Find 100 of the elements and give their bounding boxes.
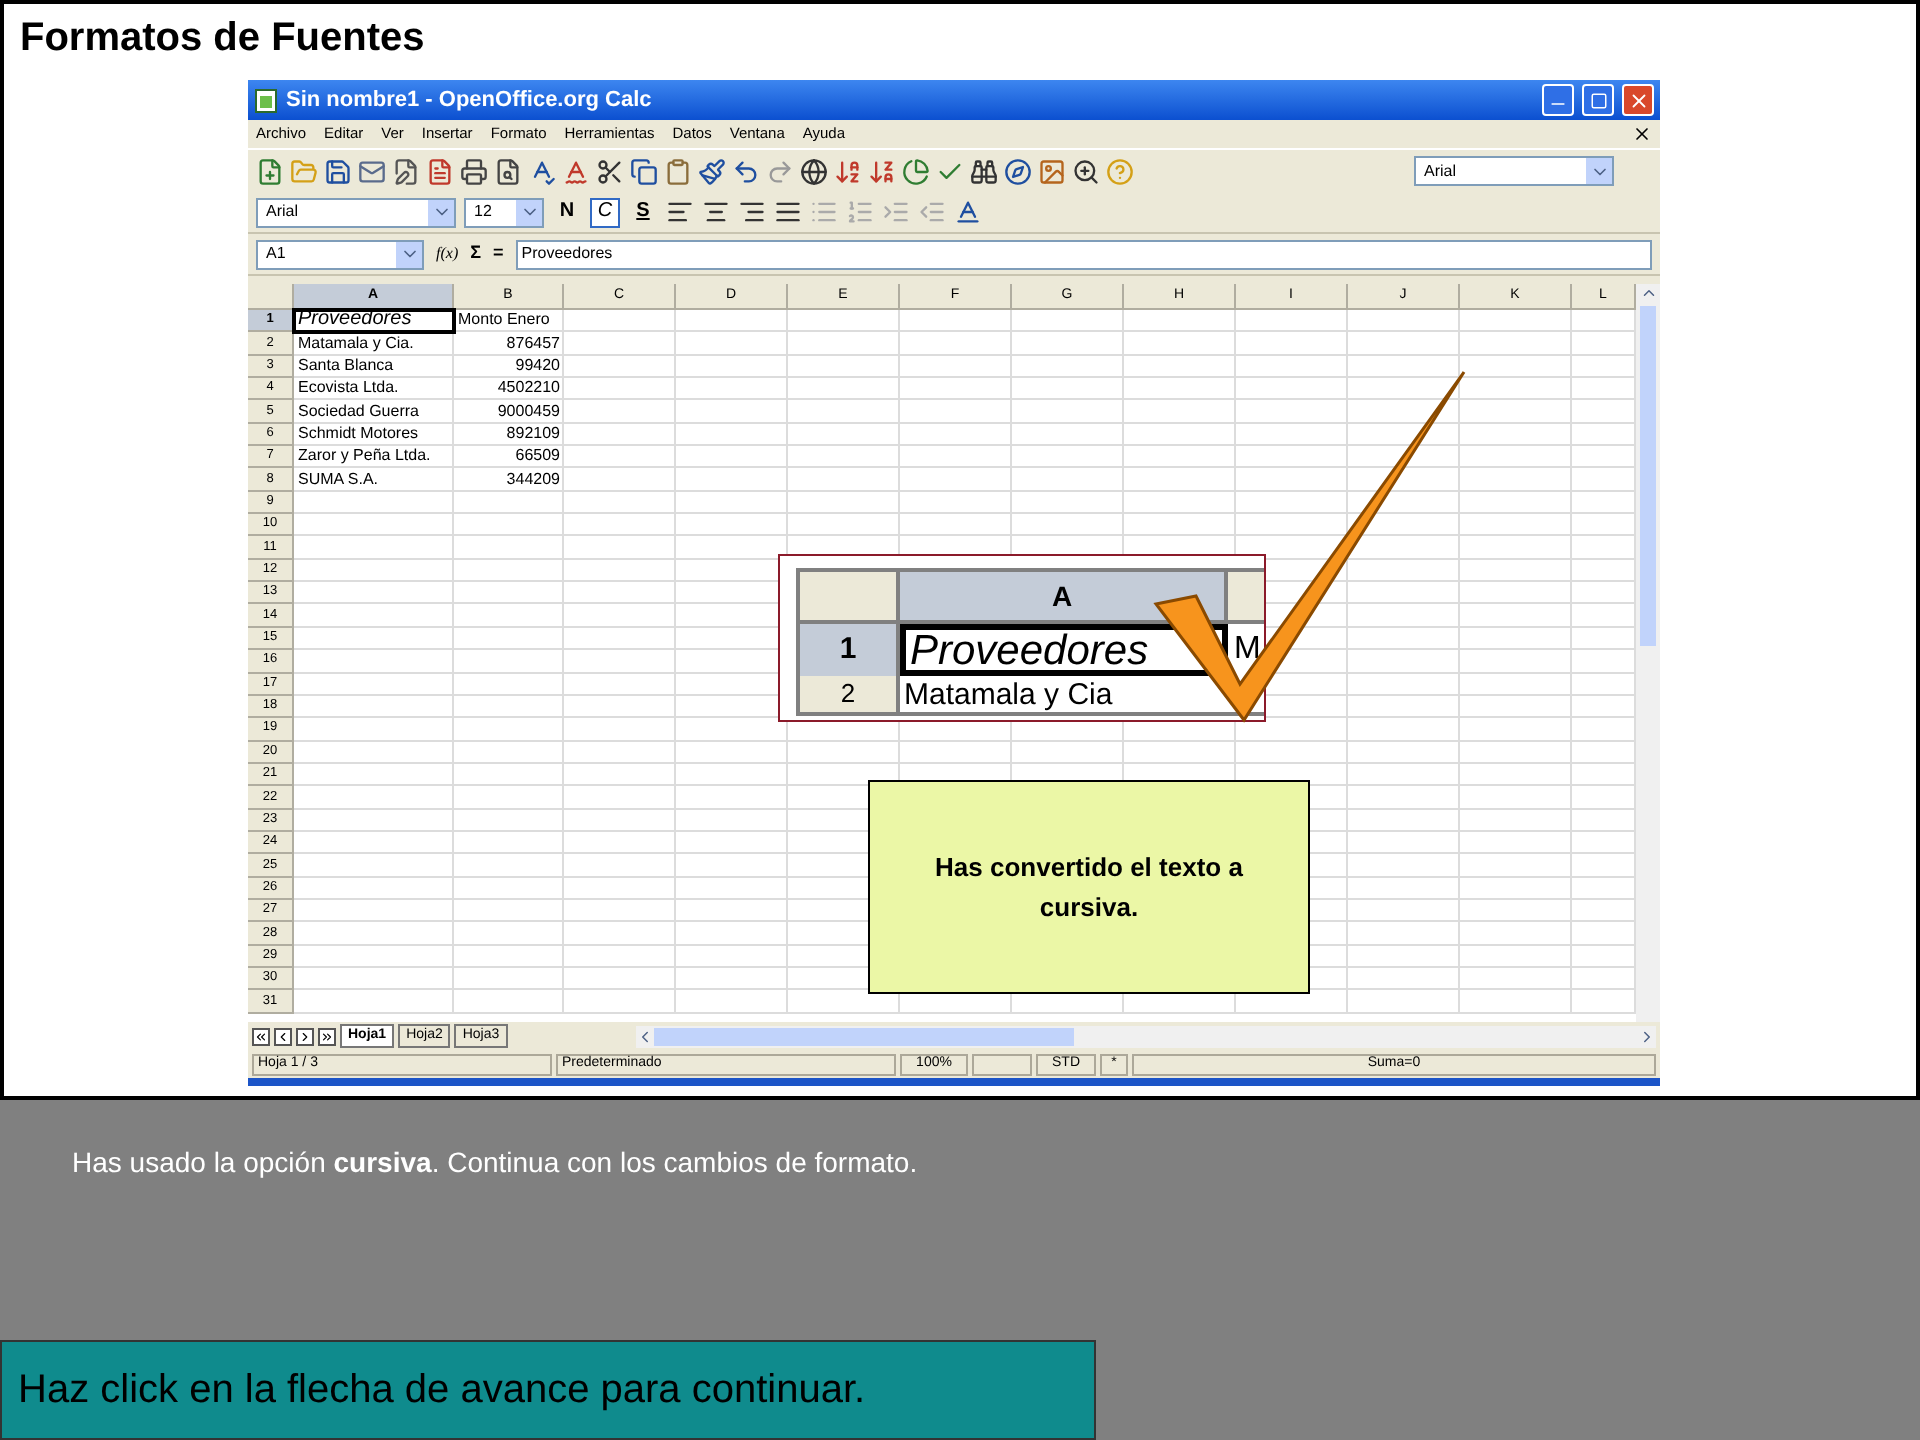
- scrollbar-thumb[interactable]: [1640, 306, 1656, 646]
- cell-reference-box[interactable]: A1: [256, 239, 424, 269]
- first-sheet-icon[interactable]: [252, 1027, 270, 1045]
- last-sheet-icon[interactable]: [318, 1027, 336, 1045]
- align-right-icon[interactable]: [738, 198, 766, 226]
- table-cell: [564, 310, 676, 333]
- scroll-up-icon[interactable]: [1639, 284, 1657, 302]
- table-cell: [1236, 310, 1348, 333]
- navigator-icon[interactable]: [1004, 157, 1032, 185]
- table-cell: [1460, 423, 1572, 447]
- font-color-icon[interactable]: [954, 198, 982, 226]
- sort-ascending-icon[interactable]: [834, 157, 862, 185]
- table-cell: [1460, 332, 1572, 356]
- cut-icon[interactable]: [596, 157, 624, 185]
- table-cell: [1348, 922, 1460, 946]
- table-cell: [564, 673, 676, 696]
- scrollbar-thumb[interactable]: [653, 1027, 1074, 1045]
- italic-button[interactable]: C: [590, 197, 620, 227]
- vertical-scrollbar[interactable]: [1636, 284, 1660, 1022]
- table-cell: [676, 491, 788, 515]
- table-cell: 9000459: [454, 400, 564, 424]
- table-cell: [1348, 559, 1460, 583]
- table-cell: [1236, 400, 1348, 424]
- table-cell: [564, 990, 676, 1014]
- table-cell: [1460, 922, 1572, 946]
- scroll-right-icon[interactable]: [1638, 1027, 1656, 1045]
- merge-cells-icon[interactable]: [810, 198, 838, 226]
- paintbrush-icon[interactable]: [698, 157, 726, 185]
- spellcheck-icon[interactable]: [528, 157, 556, 185]
- table-cell: [1348, 604, 1460, 628]
- new-document-icon[interactable]: [256, 157, 284, 185]
- table-cell: [900, 378, 1012, 401]
- table-cell: [1012, 355, 1124, 379]
- table-cell: [454, 718, 564, 742]
- font-size-box[interactable]: 12: [464, 197, 544, 227]
- page-preview-icon[interactable]: [494, 157, 522, 185]
- horizontal-scrollbar[interactable]: [635, 1025, 1656, 1047]
- paste-icon[interactable]: [664, 157, 692, 185]
- table-cell: [788, 310, 900, 333]
- pdf-icon[interactable]: [426, 157, 454, 185]
- table-cell: Monto Enero: [454, 310, 564, 333]
- underline-button[interactable]: S: [628, 197, 658, 227]
- chart-icon[interactable]: [902, 157, 930, 185]
- table-cell: [676, 310, 788, 333]
- sort-descending-icon[interactable]: [868, 157, 896, 185]
- table-cell: [788, 400, 900, 424]
- table-cell: [900, 446, 1012, 469]
- table-cell: [900, 332, 1012, 356]
- table-cell: [676, 446, 788, 469]
- table-cell: [454, 650, 564, 673]
- binoculars-icon[interactable]: [970, 157, 998, 185]
- table-cell: [564, 491, 676, 515]
- table-cell: [454, 604, 564, 628]
- copy-icon[interactable]: [630, 157, 658, 185]
- previous-sheet-icon[interactable]: [274, 1027, 292, 1045]
- font-name-box[interactable]: Arial: [256, 197, 456, 227]
- formula-input[interactable]: Proveedores: [515, 239, 1652, 269]
- close-document-icon[interactable]: [1632, 124, 1652, 144]
- corner-cell[interactable]: [248, 284, 294, 310]
- align-center-icon[interactable]: [702, 198, 730, 226]
- function-button[interactable]: =: [493, 240, 504, 268]
- envelope-icon[interactable]: [358, 157, 386, 185]
- gallery-icon[interactable]: [1038, 157, 1066, 185]
- font-box[interactable]: Arial: [1414, 156, 1614, 186]
- sum-button[interactable]: Σ: [470, 240, 482, 268]
- table-cell: [1236, 446, 1348, 469]
- table-cell: 892109: [454, 423, 564, 447]
- close-button[interactable]: [1622, 84, 1654, 116]
- minimize-button[interactable]: [1542, 84, 1574, 116]
- table-cell: Proveedores: [294, 310, 454, 333]
- table-cell: [454, 559, 564, 583]
- table-cell: [900, 468, 1012, 492]
- save-icon[interactable]: [324, 157, 352, 185]
- bold-button[interactable]: N: [552, 197, 582, 227]
- table-cell: [788, 741, 900, 764]
- table-cell: [1460, 763, 1572, 787]
- restore-button[interactable]: [1582, 84, 1614, 116]
- function-wizard-button[interactable]: f(x): [436, 242, 459, 266]
- table-cell: [1124, 491, 1236, 515]
- table-cell: SUMA S.A.: [294, 468, 454, 492]
- align-left-icon[interactable]: [666, 198, 694, 226]
- table-cell: [1124, 400, 1236, 424]
- table-cell: [1348, 627, 1460, 651]
- table-cell: [1348, 673, 1460, 696]
- edit-document-icon[interactable]: [392, 157, 420, 185]
- table-cell: [1460, 854, 1572, 878]
- hyperlink-icon[interactable]: [800, 157, 828, 185]
- printer-icon[interactable]: [460, 157, 488, 185]
- justify-icon[interactable]: [774, 198, 802, 226]
- table-cell: [900, 491, 1012, 515]
- table-cell: [900, 423, 1012, 447]
- table-cell: [1460, 809, 1572, 832]
- undo-icon[interactable]: [732, 157, 760, 185]
- table-cell: 876457: [454, 332, 564, 356]
- zoom-icon[interactable]: [1072, 157, 1100, 185]
- table-cell: [1460, 650, 1572, 673]
- table-cell: [564, 786, 676, 810]
- table-cell: [1124, 423, 1236, 447]
- auto-spellcheck-icon[interactable]: [562, 157, 590, 185]
- next-sheet-icon[interactable]: [296, 1027, 314, 1045]
